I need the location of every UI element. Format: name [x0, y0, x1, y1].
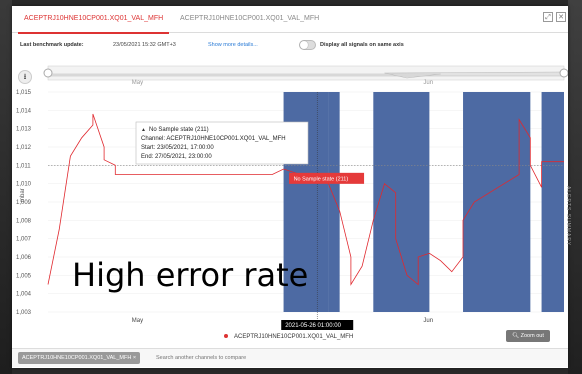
y-tick-label: 1,008: [16, 218, 32, 224]
tooltip-end: End: 27/05/2021, 23:00:00: [141, 154, 212, 160]
same-axis-toggle[interactable]: [299, 40, 316, 50]
compare-search-bar: ACEPTRJ10HNE10CP001.XQ01_VAL_MFH ×: [12, 348, 568, 367]
no-sample-band: [373, 92, 430, 312]
alerts-summary-tab[interactable]: ALERTS SUMMARY: [565, 186, 571, 246]
download-icon[interactable]: ⭳: [18, 70, 32, 84]
no-sample-band: [541, 92, 564, 312]
y-tick-label: 1,012: [16, 145, 32, 151]
tab-bar: ACEPTRJ10HNE10CP001.XQ01_VAL_MFH ACEPTRJ…: [12, 6, 568, 34]
close-icon[interactable]: ✕: [556, 12, 566, 22]
tab-signal-active[interactable]: ACEPTRJ10HNE10CP001.XQ01_VAL_MFH: [18, 6, 170, 34]
background-left: [0, 0, 12, 374]
legend-label: ACEPTRJ10HNE10CP001.XQ01_VAL_MFH: [234, 334, 354, 340]
tab-signal-secondary[interactable]: ACEPTRJ10HNE10CP001.XQ01_VAL_MFH: [174, 6, 325, 32]
tooltip-start: Start: 23/05/2021, 17:00:00: [141, 145, 214, 151]
tooltip-channel: Channel: ACEPTRJ10HNE10CP001.XQ01_VAL_MF…: [141, 136, 286, 142]
navigator-handle-left: [43, 68, 53, 78]
y-tick-label: 1,004: [16, 292, 32, 298]
compare-search-input[interactable]: [156, 352, 456, 364]
crosshair-label: 2021-05-26 01:00:00: [285, 323, 341, 329]
no-sample-band: [463, 92, 531, 312]
x-tick-label: Jun: [423, 318, 433, 324]
y-tick-label: 1,011: [16, 163, 31, 169]
x-tick-label: May: [132, 318, 143, 324]
y-tick-label: 1,010: [16, 182, 32, 188]
legend-marker: [224, 334, 228, 339]
zoom-out-icon: 🔍︎: [512, 333, 520, 339]
signal-chart-panel: ACEPTRJ10HNE10CP001.XQ01_VAL_MFH ACEPTRJ…: [12, 6, 571, 368]
y-tick-label: 1,006: [16, 255, 32, 261]
y-tick-label: 1,014: [16, 108, 32, 114]
zoom-out-button[interactable]: 🔍︎ Zoom out: [506, 330, 550, 342]
overlay-caption: High error rate: [72, 256, 309, 294]
show-more-details-link[interactable]: Show more details...: [208, 42, 258, 48]
tooltip-title: No Sample state (211): [149, 127, 209, 133]
y-tick-label: 1,005: [16, 273, 32, 279]
chip-label: ACEPTRJ10HNE10CP001.XQ01_VAL_MFH: [22, 355, 132, 361]
zoom-out-label: Zoom out: [520, 333, 544, 339]
same-axis-toggle-label: Display all signals on same axis: [320, 42, 404, 48]
selected-channel-chip[interactable]: ACEPTRJ10HNE10CP001.XQ01_VAL_MFH ×: [18, 352, 141, 364]
band-label: No Sample state (211): [294, 176, 349, 182]
warning-icon: ▲: [141, 127, 146, 133]
benchmark-label: Last benchmark update:: [20, 42, 84, 48]
close-icon[interactable]: ×: [133, 355, 136, 361]
expand-icon[interactable]: ⤢: [543, 12, 553, 22]
chart-legend[interactable]: ACEPTRJ10HNE10CP001.XQ01_VAL_MFH: [224, 334, 353, 340]
navigator-label: May: [132, 80, 143, 86]
y-tick-label: 1,003: [16, 310, 32, 316]
benchmark-row: Last benchmark update: 23/05/2021 15:32 …: [12, 38, 568, 54]
y-tick-label: 1,007: [16, 237, 32, 243]
y-axis-label: mbar: [20, 188, 26, 202]
navigator-handle-right: [559, 68, 568, 78]
navigator-label: Jun: [423, 80, 433, 86]
toggle-knob: [300, 41, 308, 49]
benchmark-date: 23/05/2021 15:32 GMT+3: [113, 42, 176, 48]
y-tick-label: 1,015: [16, 90, 32, 96]
y-tick-label: 1,013: [16, 127, 32, 133]
no-sample-band: [328, 92, 340, 312]
